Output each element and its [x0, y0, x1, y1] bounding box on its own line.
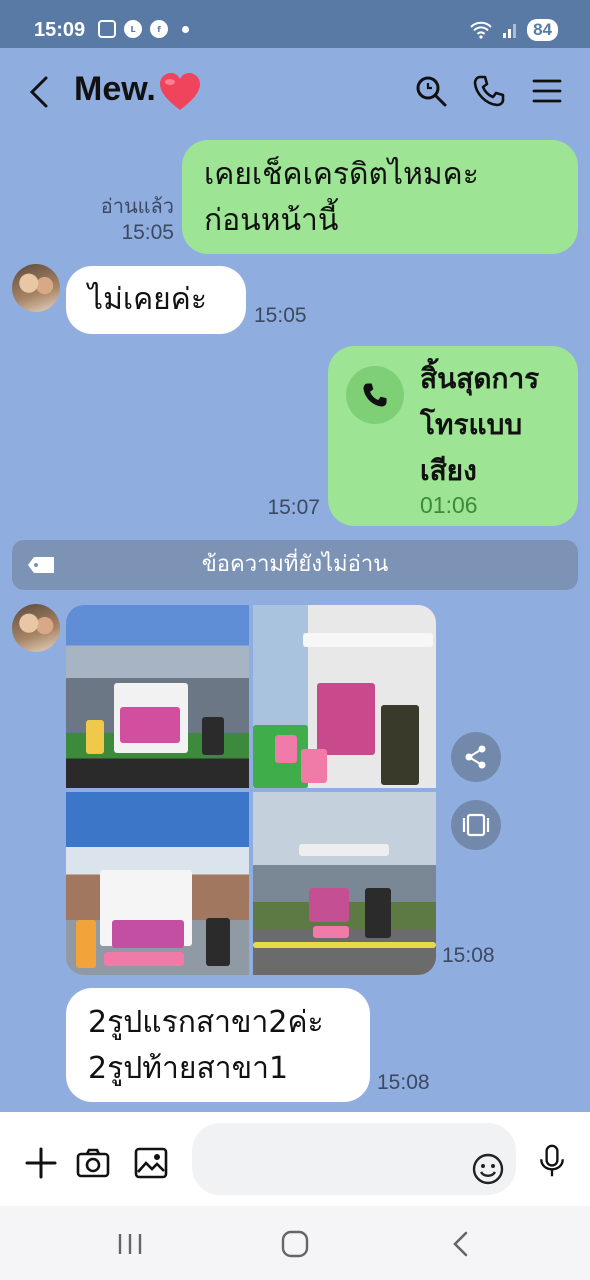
photo-thumbnail[interactable]: [66, 792, 249, 975]
image-icon[interactable]: [134, 1146, 168, 1180]
share-icon: [465, 745, 486, 769]
more-notifications-icon: [182, 25, 189, 33]
recents-icon[interactable]: [116, 1232, 144, 1256]
call-duration: 01:06: [420, 492, 478, 518]
call-label-line: สิ้นสุดการ: [420, 362, 540, 395]
message-bubble-received[interactable]: ไม่เคยค่ะ: [66, 266, 246, 334]
message-line: ก่อนหน้านี้: [204, 203, 339, 238]
message-time: 15:08: [442, 944, 495, 967]
status-time: 15:09: [34, 19, 86, 41]
avatar[interactable]: [12, 264, 60, 312]
chat-header: Mew.: [0, 48, 590, 136]
message-time: 15:08: [377, 1071, 430, 1094]
plus-icon[interactable]: [24, 1146, 58, 1180]
search-icon[interactable]: [414, 74, 448, 108]
facebook-icon: f: [150, 20, 168, 38]
album-icon: [462, 813, 490, 837]
message-line: เคยเช็คเครดิตไหมคะ: [204, 157, 479, 192]
share-button[interactable]: [451, 732, 501, 782]
photo-grid: [66, 605, 436, 975]
notification-icons: L f: [98, 20, 189, 38]
read-receipt: อ่านแล้ว 15:05: [80, 194, 174, 246]
home-icon[interactable]: [281, 1230, 309, 1258]
wifi-icon: [470, 21, 492, 39]
emoji-icon[interactable]: [472, 1153, 504, 1185]
message-input[interactable]: [192, 1123, 516, 1195]
message-bubble-sent[interactable]: เคยเช็คเครดิตไหมคะ ก่อนหน้านี้: [182, 140, 578, 254]
call-label: สิ้นสุดการ โทรแบบ เสียง: [420, 356, 539, 494]
phone-icon[interactable]: [472, 74, 506, 108]
line-app-icon: L: [124, 20, 142, 38]
message-time: 15:05: [121, 221, 174, 244]
system-icons: 84: [469, 19, 558, 41]
call-icon-circle: [346, 366, 404, 424]
photo-thumbnail[interactable]: [253, 605, 436, 788]
system-nav-bar: [0, 1206, 590, 1280]
battery-level: 84: [527, 19, 558, 41]
back-icon[interactable]: [24, 74, 56, 110]
avatar[interactable]: [12, 604, 60, 652]
message-time: 15:07: [267, 496, 320, 519]
message-line: 2รูปแรกสาขา2ค่ะ: [88, 1005, 324, 1040]
photo-thumbnail[interactable]: [253, 792, 436, 975]
screenshot-icon: [98, 20, 116, 38]
message-time: 15:05: [254, 304, 307, 327]
chat-title: Mew.: [74, 70, 156, 108]
menu-icon[interactable]: [530, 74, 564, 108]
message-line: 2รูปท้ายสาขา1: [88, 1051, 289, 1086]
heart-icon: [160, 73, 200, 110]
tag-icon: [28, 557, 54, 573]
unread-divider: ข้อความที่ยังไม่อ่าน: [12, 540, 578, 590]
back-nav-icon[interactable]: [450, 1230, 472, 1258]
album-button[interactable]: [451, 800, 501, 850]
message-input-bar: [0, 1112, 590, 1206]
photo-thumbnail[interactable]: [66, 605, 249, 788]
status-bar: 15:09 L f 84: [0, 0, 590, 48]
unread-label: ข้อความที่ยังไม่อ่าน: [201, 552, 389, 577]
message-bubble-received[interactable]: 2รูปแรกสาขา2ค่ะ 2รูปท้ายสาขา1: [66, 988, 370, 1102]
signal-icon: [503, 24, 517, 38]
call-ended-bubble[interactable]: สิ้นสุดการ โทรแบบ เสียง 01:06: [328, 346, 578, 526]
microphone-icon[interactable]: [535, 1144, 569, 1178]
message-line: ไม่เคยค่ะ: [88, 282, 207, 317]
call-label-line: โทรแบบ: [420, 408, 523, 441]
phone-call-icon: [363, 383, 387, 407]
read-label: อ่านแล้ว: [100, 196, 174, 218]
camera-icon[interactable]: [76, 1146, 110, 1180]
